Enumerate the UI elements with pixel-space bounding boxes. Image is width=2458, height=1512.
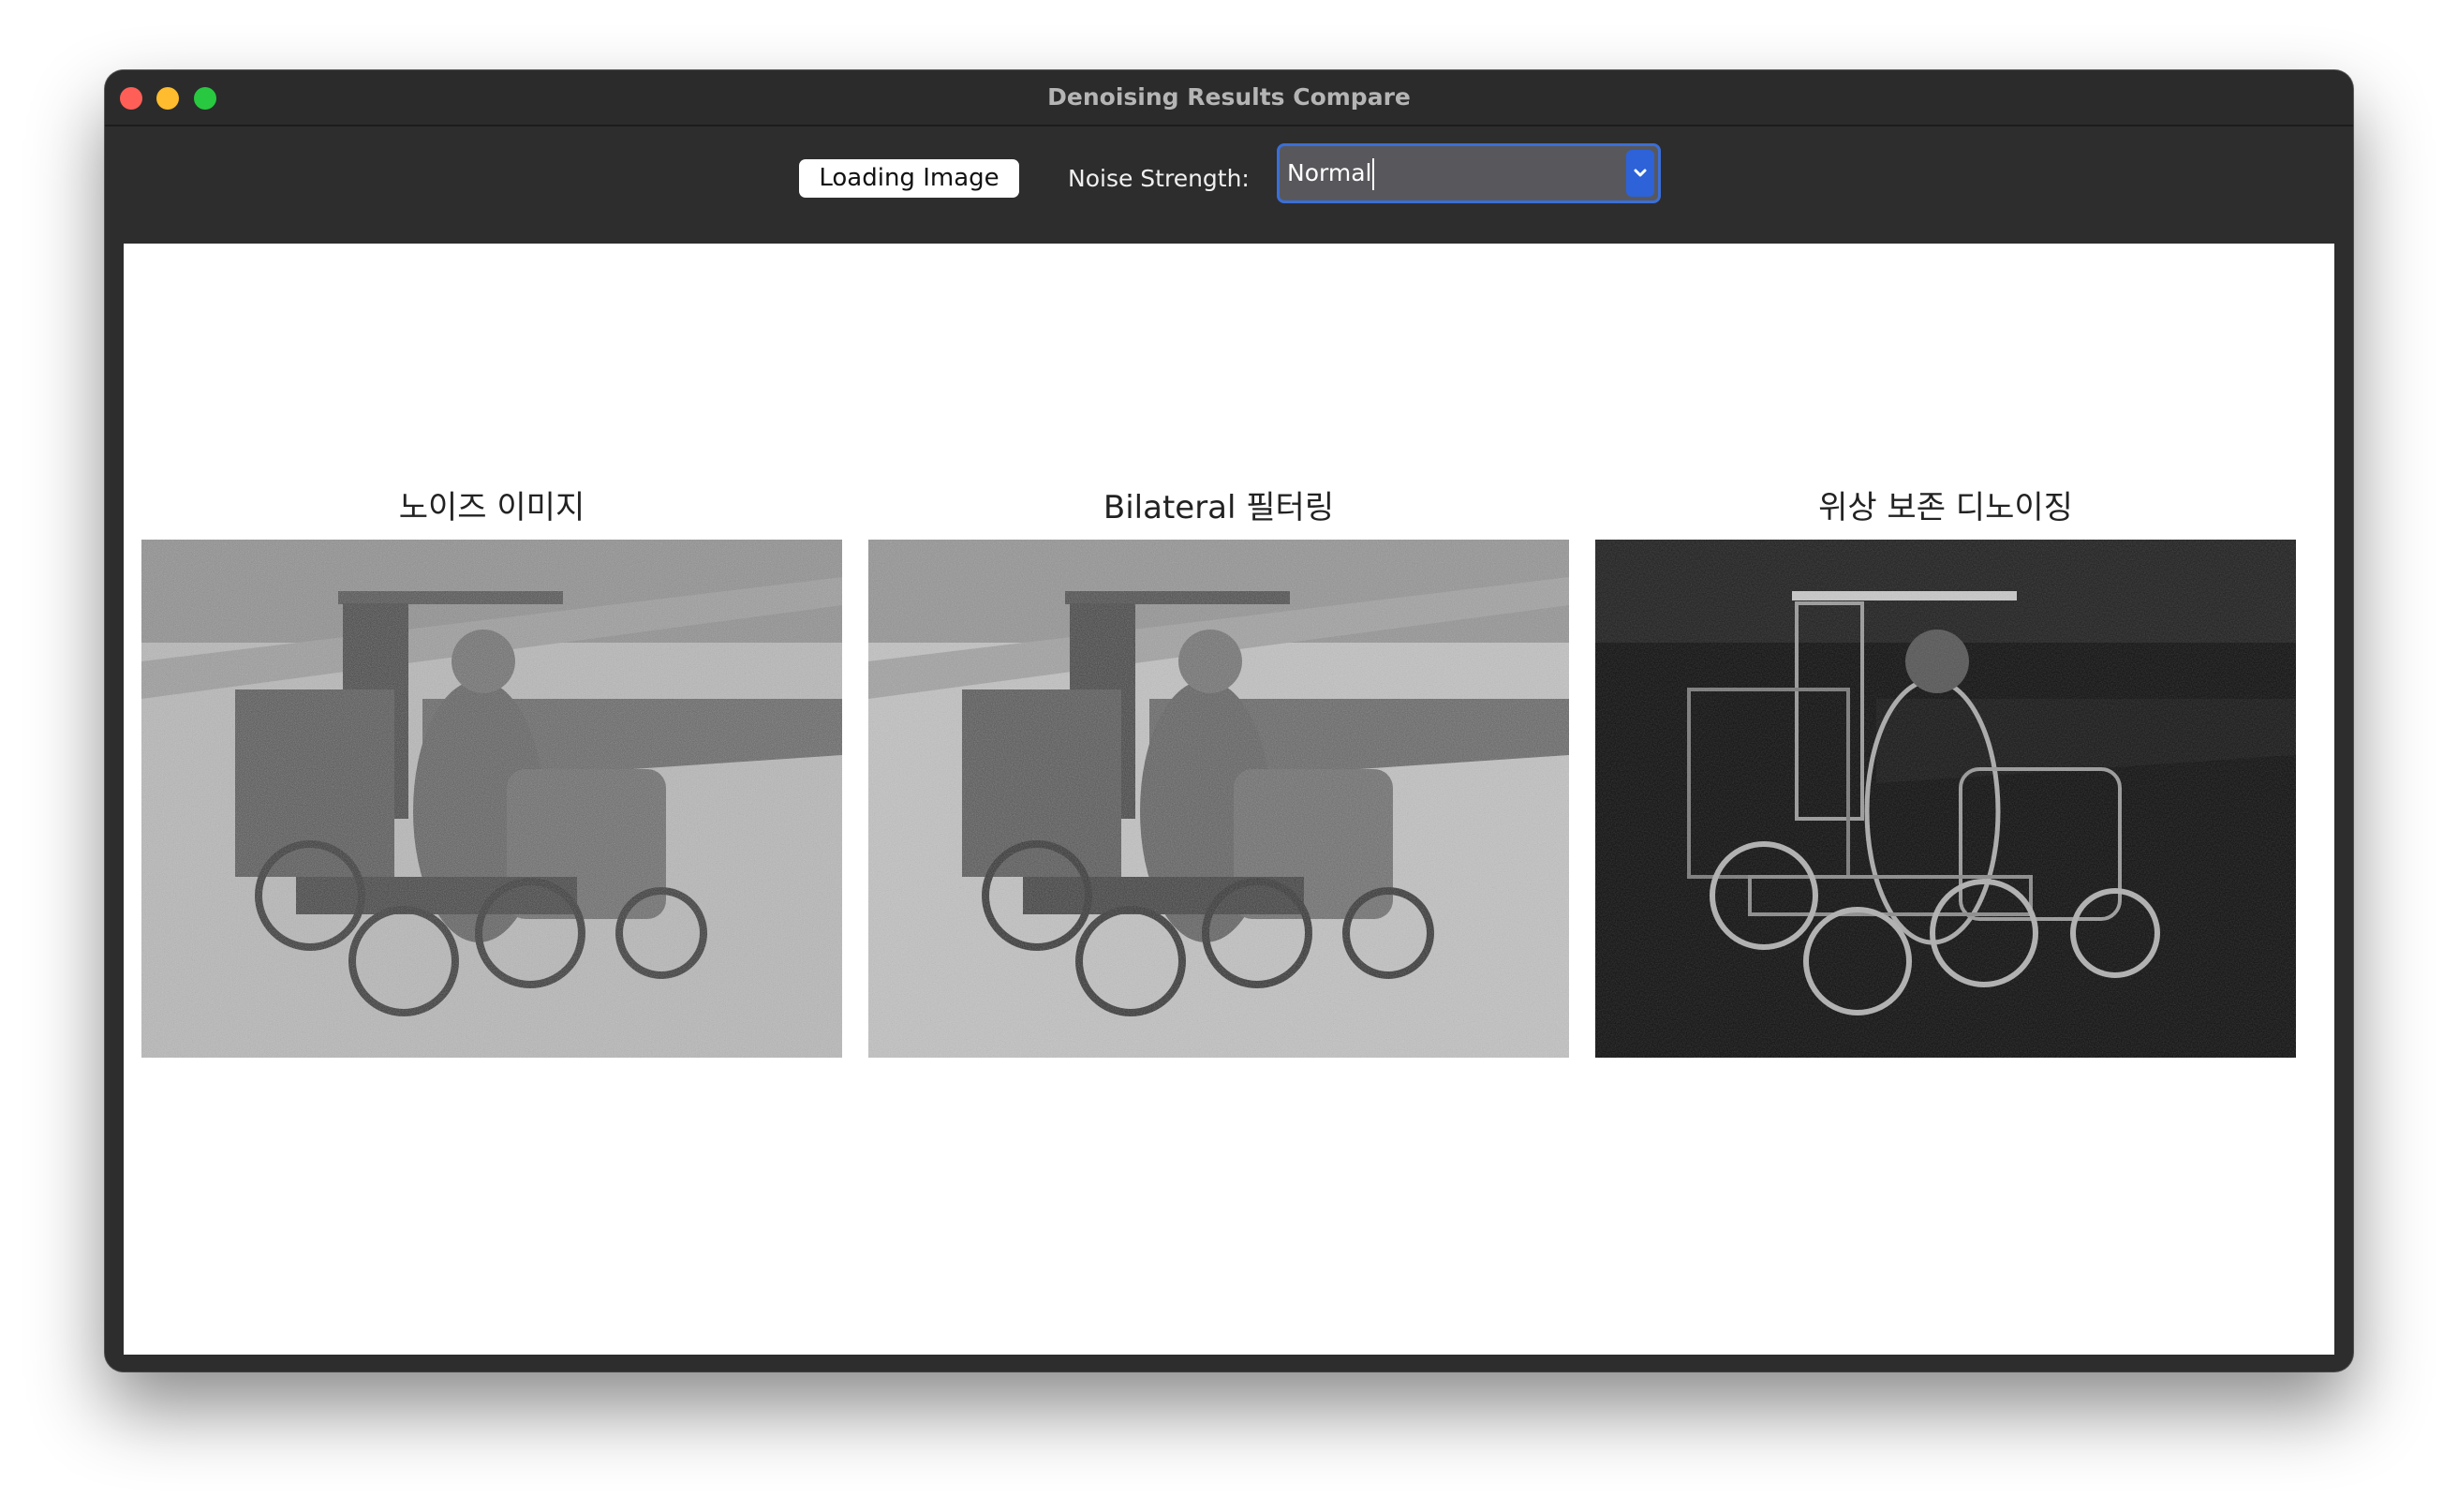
car-photo-noisy <box>141 540 842 1058</box>
bilateral-image <box>868 540 1569 1058</box>
title-bar[interactable]: Denoising Results Compare <box>105 70 2353 126</box>
app-window: Denoising Results Compare Loading Image … <box>105 70 2353 1371</box>
noise-strength-value[interactable]: Normal <box>1287 146 1375 200</box>
noisy-image <box>141 540 842 1058</box>
car-photo-bilateral <box>868 540 1569 1058</box>
noisy-image-title: 노이즈 이미지 <box>398 489 585 526</box>
noise-strength-label: Noise Strength: <box>1068 165 1250 192</box>
phase-preserving-image <box>1595 540 2296 1058</box>
phase-preserving-title: 위상 보존 디노이징 <box>1818 489 2073 526</box>
load-image-button[interactable]: Loading Image <box>799 159 1019 198</box>
window-title: Denoising Results Compare <box>1047 83 1411 111</box>
bilateral-title: Bilateral 필터링 <box>1103 489 1335 526</box>
dropdown-arrow-button[interactable] <box>1626 150 1654 197</box>
noise-strength-select[interactable]: Normal <box>1277 143 1661 203</box>
chevron-down-icon <box>1634 169 1647 177</box>
text-caret <box>1372 158 1375 190</box>
results-area: 노이즈 이미지 Bilateral 필터링 위상 보존 디노이징 <box>124 244 2334 1355</box>
car-photo-phase-preserving <box>1595 540 2296 1058</box>
